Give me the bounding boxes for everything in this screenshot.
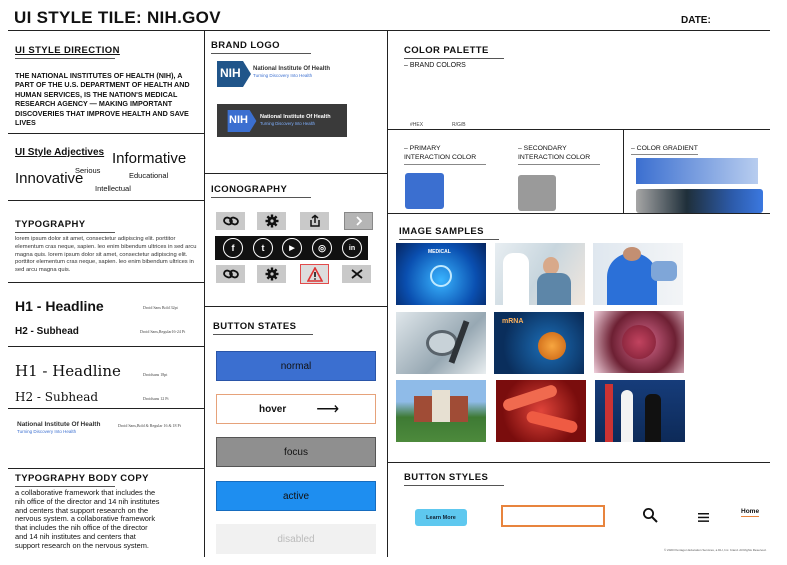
iconography-title: ICONOGRAPHY xyxy=(211,184,312,198)
image-caption-medical: MEDICAL xyxy=(428,249,451,255)
nih-logo-light: NIH National Institute Of Health Turning… xyxy=(217,60,347,88)
divider xyxy=(387,30,388,557)
nih-logo-name: National Institute Of Health xyxy=(260,114,331,120)
gradient-label: – COLOR GRADIENT xyxy=(631,145,698,155)
image-doctor-patient xyxy=(495,243,585,305)
gear-icon[interactable] xyxy=(257,265,286,283)
primary-color-swatch xyxy=(405,173,444,209)
share-icon[interactable] xyxy=(300,212,329,230)
image-coronavirus xyxy=(594,311,684,373)
gradient-swatch-blue xyxy=(636,158,758,184)
brand-logo-title: BRAND LOGO xyxy=(211,40,311,54)
rgb-label: R/G/B xyxy=(452,122,466,128)
h2-sans-note: Droid Sans,Regular16-24 Pt xyxy=(140,329,186,334)
link-icon[interactable] xyxy=(216,212,245,230)
image-mrna-virus: mRNA xyxy=(494,312,584,374)
button-styles-title: BUTTON STYLES xyxy=(404,472,505,486)
brand-colors-label: – BRAND COLORS xyxy=(404,62,466,69)
adjective-word: Informative xyxy=(112,150,187,167)
outline-button[interactable] xyxy=(501,505,605,527)
image-samples-title: IMAGE SAMPLES xyxy=(399,226,499,240)
color-palette-title: COLOR PALETTE xyxy=(404,45,504,59)
h2-sans-sample: H2 - Subhead xyxy=(15,326,79,337)
hamburger-menu-icon[interactable] xyxy=(698,509,709,527)
social-icons-bar: f t ▶ ◎ in xyxy=(215,236,368,260)
h1-serif-note: Droidsans 18pt xyxy=(143,372,168,377)
twitter-icon[interactable]: t xyxy=(253,238,273,258)
facebook-icon[interactable]: f xyxy=(223,238,243,258)
nih-logo-tagline: Turning Discovery Into Health xyxy=(260,121,316,126)
learn-more-button[interactable]: Learn More xyxy=(415,509,467,526)
search-icon[interactable] xyxy=(642,507,658,528)
image-bacteria xyxy=(496,380,586,442)
brand-font-note: Droid Sans,Bold & Regular 16 & 18 Pt xyxy=(118,423,181,428)
chevron-right-icon[interactable] xyxy=(344,212,373,230)
gradient-swatch-dark xyxy=(636,189,763,213)
button-focus[interactable]: focus xyxy=(216,437,376,467)
warning-icon[interactable] xyxy=(300,264,329,284)
hex-label: #HEX xyxy=(410,122,424,128)
body-copy-title: TYPOGRAPHY BODY COPY xyxy=(15,473,149,487)
direction-title: UI STYLE DIRECTION xyxy=(15,45,120,59)
home-link[interactable]: Home xyxy=(741,508,760,517)
adjective-word: Educational xyxy=(129,171,169,180)
linkedin-icon[interactable]: in xyxy=(342,238,362,258)
image-medical-tech: MEDICAL xyxy=(396,243,486,305)
button-active[interactable]: active xyxy=(216,481,376,511)
close-icon[interactable] xyxy=(342,265,371,283)
body-copy-text: a collaborative framework that includes … xyxy=(15,488,160,550)
h1-sans-note: Droid Sans Bold 32pt xyxy=(143,305,178,310)
divider xyxy=(204,30,205,557)
button-states-title: BUTTON STATES xyxy=(213,321,314,335)
nih-logo-name: National Institute Of Health xyxy=(253,66,331,72)
h2-serif-sample: H2 - Subhead xyxy=(15,390,99,404)
button-hover[interactable]: hover ⟶ xyxy=(216,394,376,424)
date-label: DATE: xyxy=(681,15,711,26)
gear-icon[interactable] xyxy=(257,212,286,230)
adjective-word: Innovative xyxy=(15,170,84,187)
direction-text: THE NATIONAL INSTITUTES OF HEALTH (NIH),… xyxy=(15,71,190,128)
brand-name-sample: National Institute Of Health xyxy=(17,421,101,428)
secondary-color-label: – SECONDARY INTERACTION COLOR xyxy=(518,145,600,165)
youtube-icon[interactable]: ▶ xyxy=(282,238,302,258)
image-pregnant-vaccine xyxy=(593,243,683,305)
copyright-text: © 2020 Pentagon Education Services, a DL… xyxy=(664,548,767,552)
instagram-icon[interactable]: ◎ xyxy=(312,238,332,258)
typography-sample: lorem ipsum dolor sit amet, consectetur … xyxy=(15,236,197,274)
nih-logo-tagline: Turning Discovery Into Health xyxy=(253,73,313,78)
image-nih-building xyxy=(396,380,486,442)
adjective-word: Intellectual xyxy=(95,184,131,193)
nih-logo-dark: NIH National Institute Of Health Turning… xyxy=(217,104,347,137)
arrow-right-icon: ⟶ xyxy=(316,401,340,418)
button-disabled: disabled xyxy=(216,524,376,554)
h2-serif-note: Droidsans 12 Pt xyxy=(143,396,169,401)
adjectives-title: UI Style Adjectives xyxy=(15,147,105,158)
link-icon[interactable] xyxy=(216,265,245,283)
h1-sans-sample: H1 - Headline xyxy=(15,298,104,314)
page-title: UI STYLE TILE: NIH.GOV xyxy=(14,8,221,27)
image-caption-mrna: mRNA xyxy=(502,318,524,325)
image-press-briefing xyxy=(595,380,685,442)
brand-tag-sample: Turning Discovery Into Health xyxy=(17,429,77,434)
button-normal[interactable]: normal xyxy=(216,351,376,381)
typography-title: TYPOGRAPHY xyxy=(15,219,115,233)
primary-color-label: – PRIMARY INTERACTION COLOR xyxy=(404,145,486,165)
nih-logo-mark: NIH xyxy=(220,66,241,80)
h1-serif-sample: H1 - Headline xyxy=(15,362,121,380)
nih-logo-mark: NIH xyxy=(229,114,248,126)
secondary-color-swatch xyxy=(518,175,556,211)
image-lab-microscope xyxy=(396,312,486,374)
